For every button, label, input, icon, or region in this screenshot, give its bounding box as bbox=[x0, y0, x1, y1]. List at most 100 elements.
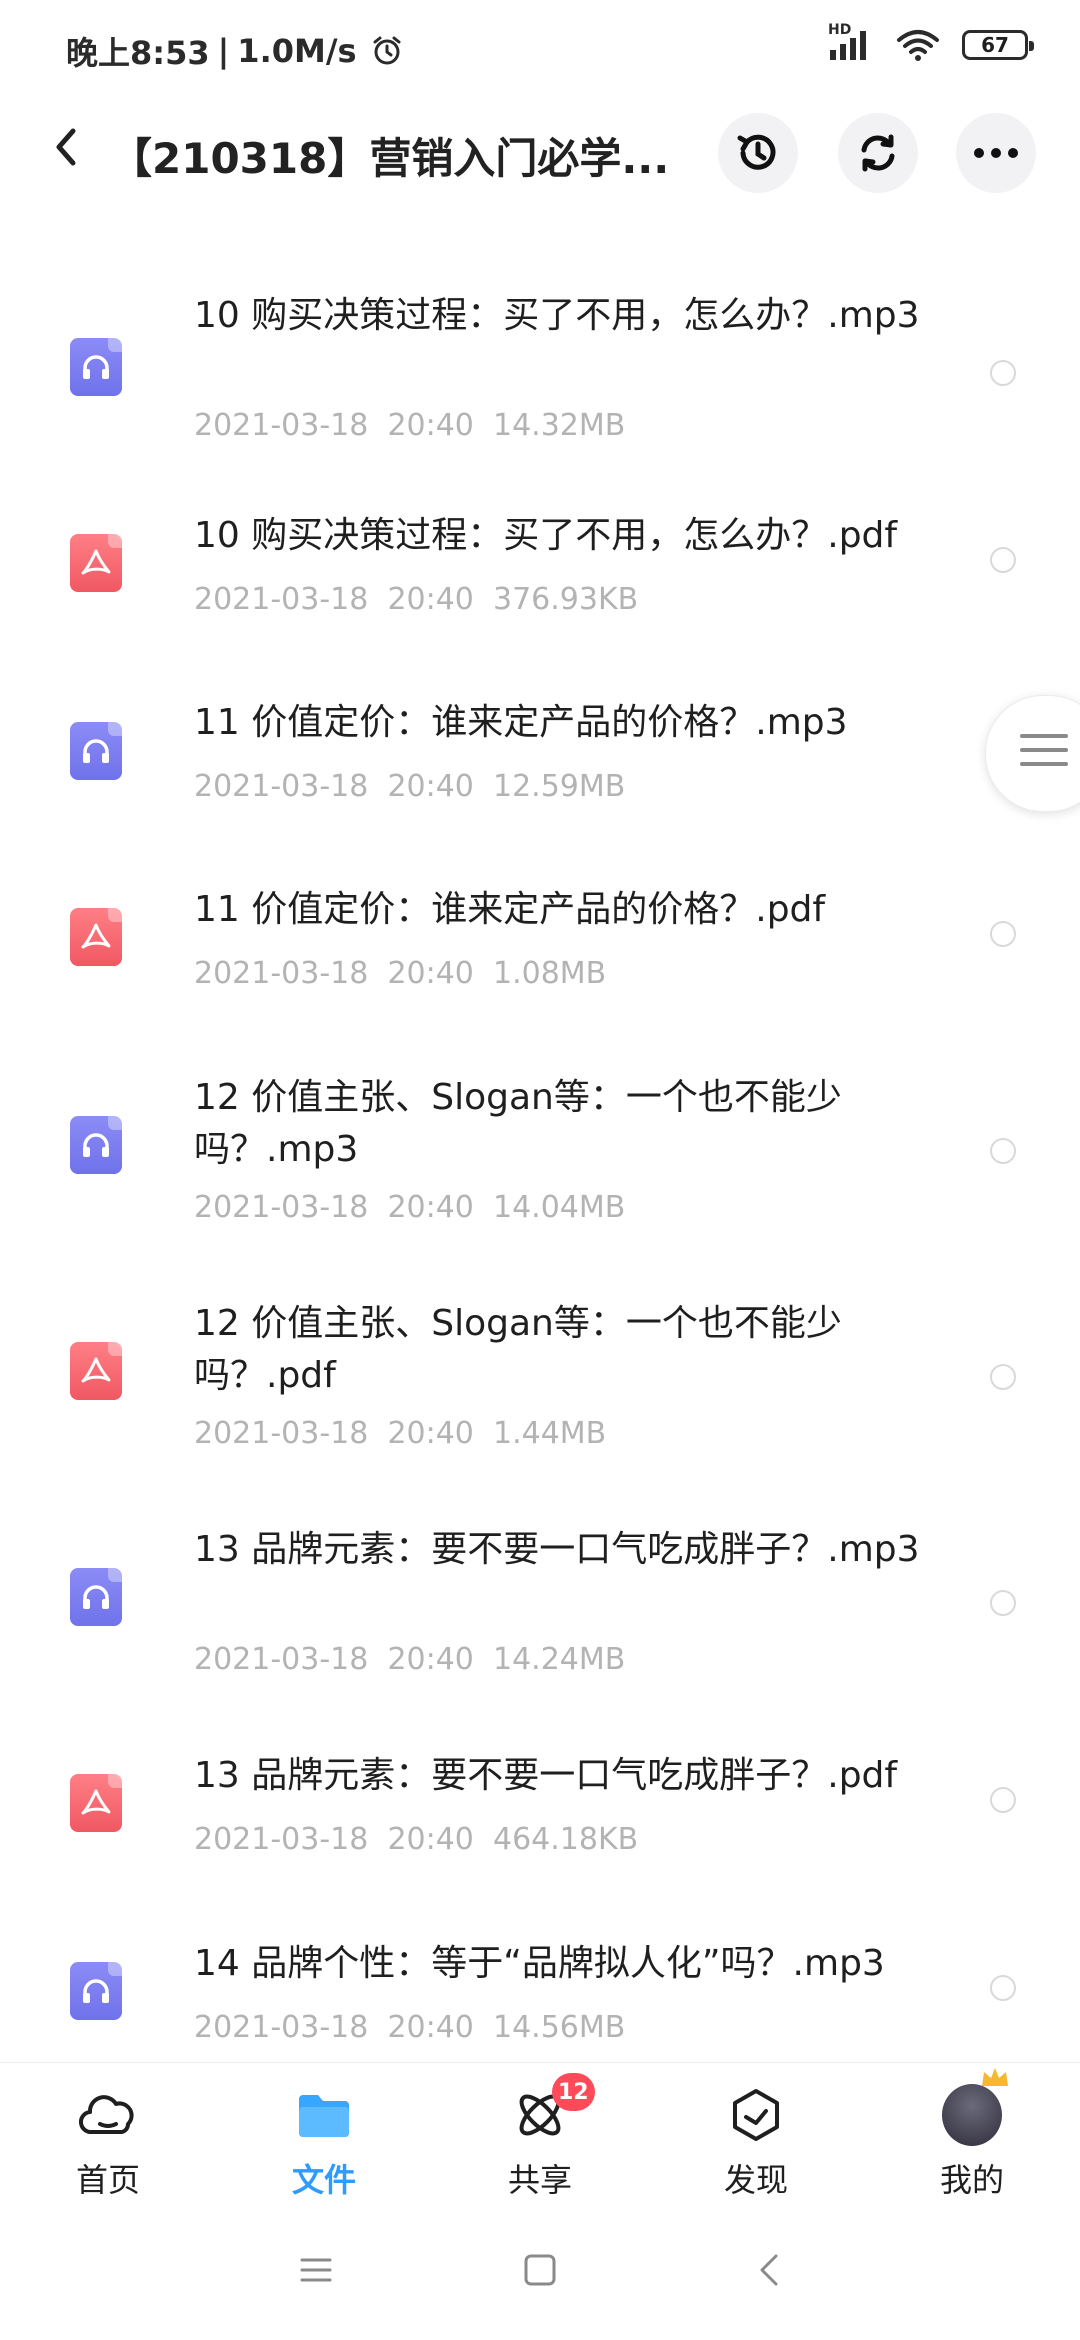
sync-button[interactable] bbox=[838, 113, 918, 193]
nav-share[interactable]: 12 共享 bbox=[480, 2073, 600, 2201]
home-button[interactable] bbox=[522, 2252, 558, 2292]
crown-icon bbox=[982, 2068, 1008, 2086]
file-row[interactable]: 13 品牌元素：要不要一口气吃成胖子？.mp3 2021-03-18 20:40… bbox=[0, 1474, 1080, 1700]
acrobat-icon bbox=[81, 549, 111, 575]
select-radio[interactable] bbox=[990, 1975, 1016, 2001]
status-separator: | bbox=[217, 32, 230, 70]
file-name: 10 购买决策过程：买了不用，怎么办？.pdf bbox=[194, 515, 898, 556]
file-name: 13 品牌元素：要不要一口气吃成胖子？.mp3 bbox=[194, 1529, 920, 1570]
headphones-icon bbox=[83, 1585, 109, 1609]
select-radio[interactable] bbox=[990, 921, 1016, 947]
file-date: 2021-03-18 bbox=[194, 769, 369, 804]
select-radio[interactable] bbox=[990, 360, 1016, 386]
pdf-file-icon bbox=[70, 908, 122, 966]
file-time: 20:40 bbox=[387, 956, 474, 991]
acrobat-icon bbox=[81, 1789, 111, 1815]
more-dots-icon bbox=[974, 148, 1018, 158]
audio-file-icon bbox=[70, 1962, 122, 2020]
file-name: 14 品牌个性：等于“品牌拟人化”吗？.mp3 bbox=[194, 1943, 885, 1984]
back-arrow-icon bbox=[56, 128, 76, 166]
select-radio[interactable] bbox=[990, 1138, 1016, 1164]
file-date: 2021-03-18 bbox=[194, 956, 369, 991]
file-meta: 2021-03-18 20:40 14.04MB bbox=[194, 1190, 625, 1225]
file-size: 12.59MB bbox=[492, 769, 626, 804]
file-meta: 2021-03-18 20:40 376.93KB bbox=[194, 582, 638, 617]
file-date: 2021-03-18 bbox=[194, 408, 369, 443]
file-row[interactable]: 11 价值定价：谁来定产品的价格？.pdf 2021-03-18 20:40 1… bbox=[0, 834, 1080, 1022]
status-time-text: 晚上8:53 bbox=[66, 34, 210, 72]
file-meta: 2021-03-18 20:40 1.08MB bbox=[194, 956, 606, 991]
file-date: 2021-03-18 bbox=[194, 582, 369, 617]
file-row[interactable]: 10 购买决策过程：买了不用，怎么办？.pdf 2021-03-18 20:40… bbox=[0, 460, 1080, 647]
select-radio[interactable] bbox=[990, 1364, 1016, 1390]
file-time: 20:40 bbox=[387, 408, 474, 443]
file-time: 20:40 bbox=[387, 1190, 474, 1225]
file-meta: 2021-03-18 20:40 14.56MB bbox=[194, 2010, 625, 2045]
audio-file-icon bbox=[70, 1116, 122, 1174]
file-size: 1.44MB bbox=[492, 1416, 607, 1451]
avatar-wrapper bbox=[942, 2068, 1008, 2146]
file-row[interactable]: 10 购买决策过程：买了不用，怎么办？.mp3 2021-03-18 20:40… bbox=[0, 250, 1080, 460]
file-size: 464.18KB bbox=[492, 1822, 639, 1857]
battery-icon: 67 bbox=[962, 30, 1034, 60]
file-meta: 2021-03-18 20:40 464.18KB bbox=[194, 1822, 638, 1857]
file-row[interactable]: 12 价值主张、Slogan等：一个也不能少吗？.pdf 2021-03-18 … bbox=[0, 1248, 1080, 1474]
file-time: 20:40 bbox=[387, 769, 474, 804]
audio-file-icon bbox=[70, 722, 122, 780]
select-radio[interactable] bbox=[990, 547, 1016, 573]
headphones-icon bbox=[83, 355, 109, 379]
audio-file-icon bbox=[70, 1568, 122, 1626]
audio-file-icon bbox=[70, 338, 122, 396]
file-size: 14.04MB bbox=[492, 1190, 626, 1225]
file-time: 20:40 bbox=[387, 1416, 474, 1451]
back-triangle-icon bbox=[760, 2254, 778, 2286]
wifi-icon bbox=[897, 30, 939, 61]
nav-mine[interactable]: 我的 bbox=[912, 2068, 1032, 2201]
battery-level: 67 bbox=[981, 33, 1009, 57]
file-date: 2021-03-18 bbox=[194, 2010, 369, 2045]
more-button[interactable] bbox=[956, 113, 1036, 193]
file-meta: 2021-03-18 20:40 12.59MB bbox=[194, 769, 625, 804]
system-back-button[interactable] bbox=[752, 2252, 788, 2292]
file-meta: 2021-03-18 20:40 14.24MB bbox=[194, 1642, 625, 1677]
file-name: 11 价值定价：谁来定产品的价格？.mp3 bbox=[194, 702, 848, 743]
history-button[interactable] bbox=[718, 113, 798, 193]
file-name: 11 价值定价：谁来定产品的价格？.pdf bbox=[194, 889, 826, 930]
headphones-icon bbox=[83, 739, 109, 763]
nav-home-label: 首页 bbox=[75, 2161, 140, 2199]
nav-share-label: 共享 bbox=[507, 2161, 572, 2199]
file-row[interactable]: 13 品牌元素：要不要一口气吃成胖子？.pdf 2021-03-18 20:40… bbox=[0, 1700, 1080, 1888]
file-meta: 2021-03-18 20:40 1.44MB bbox=[194, 1416, 606, 1451]
select-radio[interactable] bbox=[990, 1787, 1016, 1813]
recent-apps-button[interactable] bbox=[298, 2252, 334, 2292]
file-row[interactable]: 11 价值定价：谁来定产品的价格？.mp3 2021-03-18 20:40 1… bbox=[0, 647, 1080, 834]
file-row[interactable]: 12 价值主张、Slogan等：一个也不能少吗？.mp3 2021-03-18 … bbox=[0, 1022, 1080, 1248]
file-name: 13 品牌元素：要不要一口气吃成胖子？.pdf bbox=[194, 1755, 898, 1796]
sync-icon bbox=[861, 134, 895, 172]
nav-files[interactable]: 文件 bbox=[264, 2085, 384, 2201]
orbit-icon: 12 bbox=[510, 2073, 595, 2145]
acrobat-icon bbox=[81, 923, 111, 949]
menu-lines-icon bbox=[1020, 734, 1068, 776]
top-app-bar: 【210318】营销入门必学... bbox=[0, 95, 1080, 205]
file-size: 14.24MB bbox=[492, 1642, 626, 1677]
file-row[interactable]: 14 品牌个性：等于“品牌拟人化”吗？.mp3 2021-03-18 20:40… bbox=[0, 1888, 1080, 2068]
file-size: 14.56MB bbox=[492, 2010, 626, 2045]
menu-icon bbox=[300, 2258, 332, 2282]
avatar bbox=[942, 2068, 1008, 2146]
nav-home[interactable]: 首页 bbox=[48, 2085, 168, 2201]
cloud-icon bbox=[78, 2085, 138, 2145]
select-radio[interactable] bbox=[990, 1590, 1016, 1616]
file-name: 12 价值主张、Slogan等：一个也不能少吗？.mp3 bbox=[194, 1077, 842, 1170]
file-list: 10 购买决策过程：买了不用，怎么办？.mp3 2021-03-18 20:40… bbox=[0, 250, 1080, 2068]
nav-discover[interactable]: 发现 bbox=[696, 2085, 816, 2201]
network-speed: 1.0M/s bbox=[237, 32, 357, 70]
file-name: 10 购买决策过程：买了不用，怎么办？.mp3 bbox=[194, 295, 920, 336]
file-time: 20:40 bbox=[387, 1642, 474, 1677]
file-date: 2021-03-18 bbox=[194, 1822, 369, 1857]
pdf-file-icon bbox=[70, 1342, 122, 1400]
nav-discover-label: 发现 bbox=[723, 2161, 788, 2199]
headphones-icon bbox=[83, 1979, 109, 2003]
back-button[interactable] bbox=[40, 121, 92, 173]
page-title: 【210318】营销入门必学... bbox=[110, 134, 670, 183]
